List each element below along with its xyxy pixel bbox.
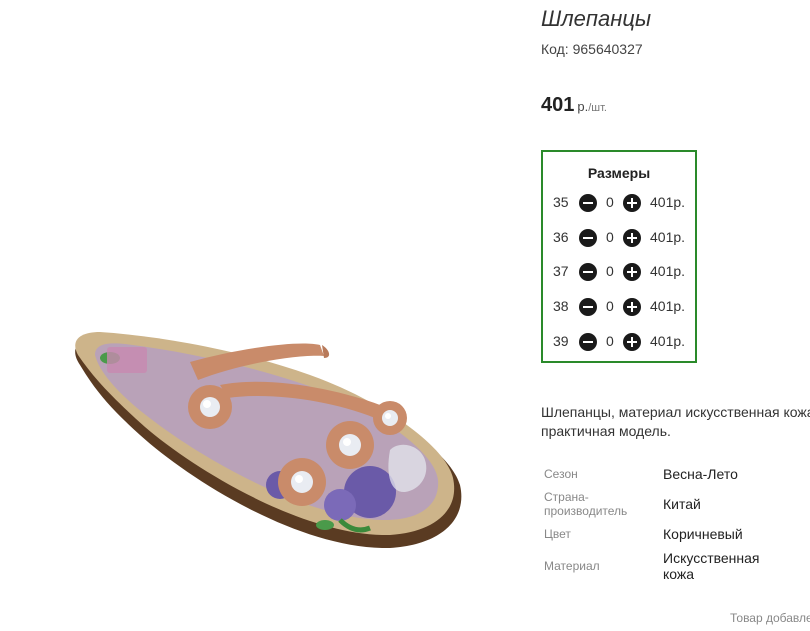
added-note: Товар добавле (730, 611, 810, 625)
size-quantity: 0 (606, 333, 614, 349)
minus-icon[interactable] (579, 229, 597, 247)
size-price: 401р. (650, 194, 686, 210)
product-price: 401 р./шт. (541, 94, 607, 117)
property-value: Весна-Лето (663, 466, 738, 482)
sizes-title: Размеры (587, 165, 651, 181)
size-row-38: 38 0 401р. (553, 297, 693, 317)
price-value: 401 (541, 94, 575, 116)
product-description: Шлепанцы, материал искусственная кожа, и… (541, 404, 810, 439)
property-label: Страна-производитель (544, 490, 628, 518)
product-code: Код: 965640327 (541, 41, 643, 57)
minus-icon[interactable] (579, 263, 597, 281)
minus-icon[interactable] (579, 333, 597, 351)
price-currency: р. (577, 99, 589, 114)
size-row-37: 37 0 401р. (553, 262, 693, 282)
size-row-36: 36 0 401р. (553, 228, 693, 248)
plus-icon[interactable] (623, 298, 641, 316)
property-value: Искусственная кожа (663, 550, 760, 582)
property-label: Материал (544, 559, 600, 573)
size-price: 401р. (650, 229, 686, 245)
size-price: 401р. (650, 333, 686, 349)
size-quantity: 0 (606, 194, 614, 210)
product-title: Шлепанцы (541, 6, 652, 31)
size-label: 37 (553, 263, 569, 279)
product-image[interactable] (40, 100, 480, 560)
plus-icon[interactable] (623, 263, 641, 281)
size-label: 36 (553, 229, 569, 245)
size-row-35: 35 0 401р. (553, 193, 693, 213)
property-label: Сезон (544, 467, 578, 481)
property-value: Китай (663, 496, 701, 512)
size-quantity: 0 (606, 298, 614, 314)
property-label: Цвет (544, 527, 571, 541)
size-label: 38 (553, 298, 569, 314)
plus-icon[interactable] (623, 333, 641, 351)
size-label: 35 (553, 194, 569, 210)
sizes-panel: Размеры 35 0 401р. 36 0 401р. 37 0 401р.… (541, 150, 697, 363)
size-price: 401р. (650, 263, 686, 279)
size-quantity: 0 (606, 263, 614, 279)
size-label: 39 (553, 333, 569, 349)
size-quantity: 0 (606, 229, 614, 245)
property-value: Коричневый (663, 526, 743, 542)
plus-icon[interactable] (623, 229, 641, 247)
plus-icon[interactable] (623, 194, 641, 212)
size-row-39: 39 0 401р. (553, 332, 693, 352)
price-unit: /шт. (588, 102, 607, 114)
minus-icon[interactable] (579, 298, 597, 316)
size-price: 401р. (650, 298, 686, 314)
minus-icon[interactable] (579, 194, 597, 212)
